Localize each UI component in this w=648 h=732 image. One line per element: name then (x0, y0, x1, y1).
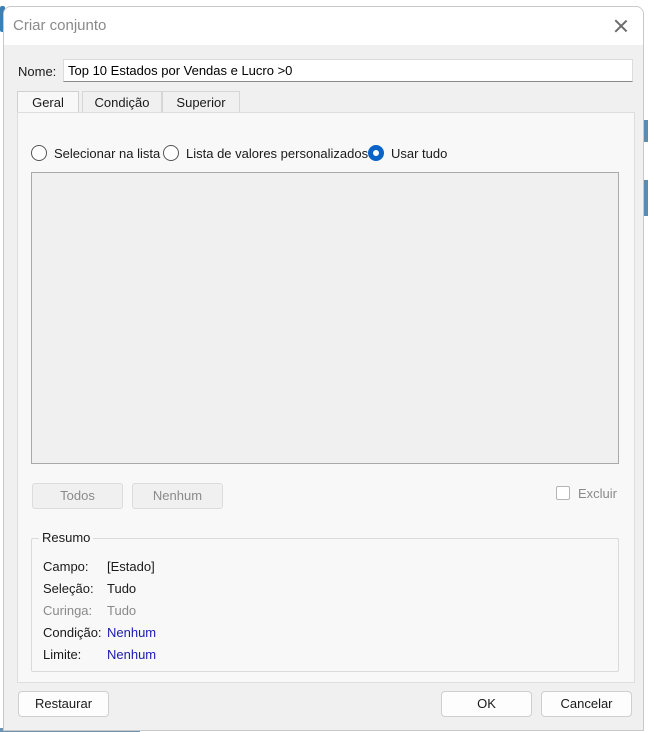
summary-key: Condição: (43, 625, 102, 640)
tab-general[interactable]: Geral (17, 91, 79, 114)
ok-button[interactable]: OK (441, 691, 532, 717)
create-set-dialog: Criar conjunto Nome: Geral Condição Supe… (3, 6, 644, 731)
summary-key: Seleção: (43, 581, 94, 596)
tab-top[interactable]: Superior (162, 91, 240, 113)
condition-link[interactable]: Nenhum (107, 625, 156, 640)
name-label: Nome: (18, 64, 57, 79)
background-window-edge (644, 120, 648, 142)
radio-label: Lista de valores personalizados (186, 146, 369, 161)
radio-use-all[interactable]: Usar tudo (368, 144, 458, 164)
dialog-title: Criar conjunto (13, 17, 107, 34)
cancel-button[interactable]: Cancelar (541, 691, 632, 717)
checkbox-box (556, 486, 570, 500)
tab-condition[interactable]: Condição (82, 91, 162, 113)
summary-key: Campo: (43, 559, 89, 574)
summary-key: Limite: (43, 647, 82, 662)
radio-select-from-list[interactable]: Selecionar na lista (31, 144, 161, 164)
summary-key: Curinga: (43, 603, 93, 618)
limit-link[interactable]: Nenhum (107, 647, 156, 662)
radio-circle (368, 145, 384, 161)
general-tab-panel: Selecionar na lista Lista de valores per… (17, 112, 635, 683)
name-input[interactable] (63, 59, 633, 82)
summary-value: Tudo (107, 581, 137, 596)
radio-circle (163, 145, 179, 161)
reset-button[interactable]: Restaurar (18, 691, 109, 717)
background-window-edge (644, 180, 648, 216)
radio-label: Usar tudo (391, 146, 448, 161)
radio-custom-value-list[interactable]: Lista de valores personalizados (163, 144, 368, 164)
exclude-label: Excluir (578, 486, 618, 501)
select-none-button[interactable]: Nenhum (132, 483, 223, 509)
close-icon[interactable] (609, 14, 633, 38)
summary-title: Resumo (39, 530, 94, 545)
title-bar: Criar conjunto (4, 7, 643, 45)
summary-group: Resumo Campo: [Estado] Seleção: Tudo Cur… (31, 530, 619, 672)
radio-label: Selecionar na lista (54, 146, 161, 161)
name-row: Nome: (17, 59, 635, 83)
summary-value: [Estado] (107, 559, 155, 574)
select-all-button[interactable]: Todos (32, 483, 123, 509)
summary-value: Tudo (107, 603, 137, 618)
values-list-box[interactable] (31, 172, 619, 464)
radio-circle (31, 145, 47, 161)
